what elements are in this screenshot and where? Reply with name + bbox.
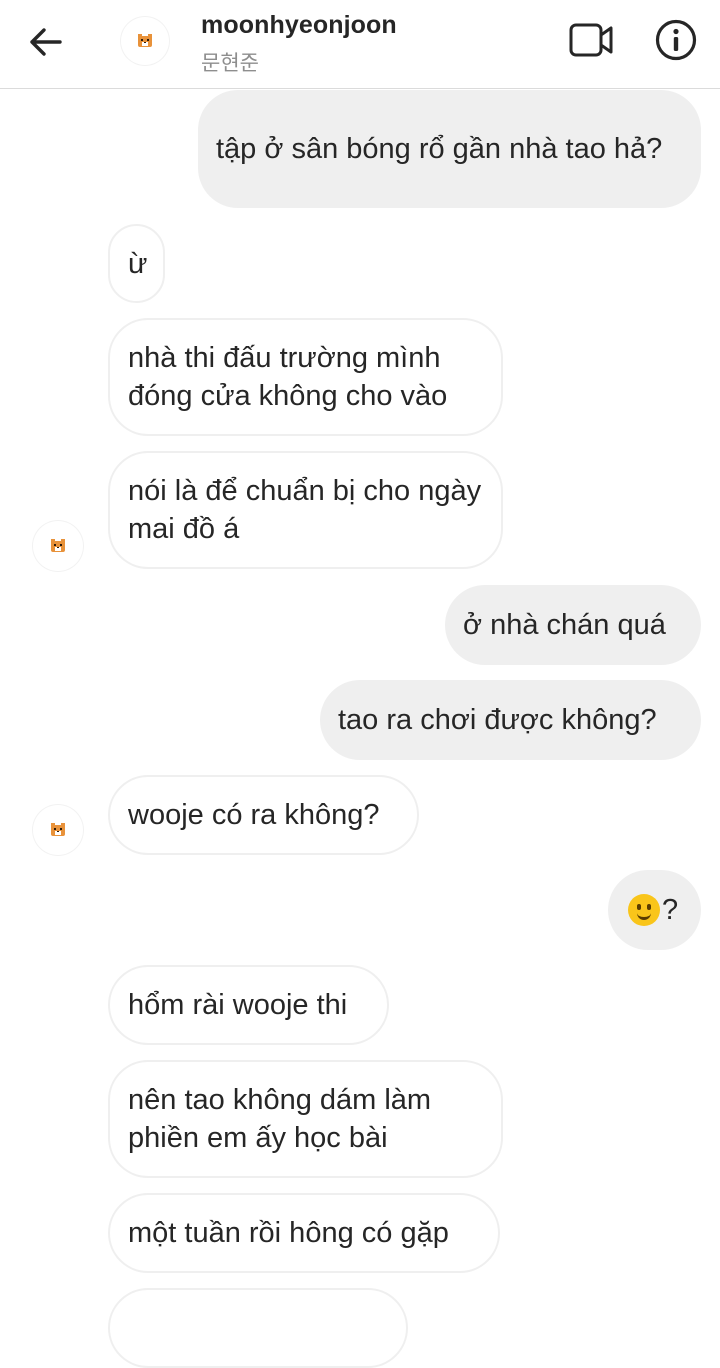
tiger-avatar-icon <box>51 539 65 552</box>
info-button[interactable] <box>650 14 702 66</box>
message-outgoing[interactable]: ở nhà chán quá <box>445 585 701 665</box>
message-incoming[interactable]: một tuần rồi hông có gặp <box>108 1193 500 1273</box>
message-incoming[interactable]: ừ <box>108 224 165 303</box>
message-incoming[interactable]: nhà thi đấu trường mình đóng cửa không c… <box>108 318 503 436</box>
avatar[interactable] <box>120 16 170 66</box>
message-text: nhà thi đấu trường mình đóng cửa không c… <box>128 342 448 412</box>
video-call-button[interactable] <box>564 16 620 64</box>
avatar[interactable] <box>32 520 84 572</box>
message-text: ? <box>662 894 679 926</box>
tiger-avatar-icon <box>138 34 152 47</box>
message-text: nói là để chuẩn bị cho ngày mai đồ á <box>128 475 482 545</box>
info-icon <box>655 19 697 61</box>
chat-header: moonhyeonjoon 문현준 <box>0 0 720 89</box>
message-outgoing[interactable]: tao ra chơi được không? <box>320 680 701 760</box>
message-incoming[interactable]: nên tao không dám làm phiền em ấy học bà… <box>108 1060 503 1178</box>
message-incoming-partial[interactable] <box>108 1288 408 1368</box>
message-text: một tuần rồi hông có gặp <box>128 1217 449 1249</box>
message-incoming[interactable]: nói là để chuẩn bị cho ngày mai đồ á <box>108 451 503 569</box>
message-incoming[interactable]: hổm rài wooje thi <box>108 965 389 1045</box>
video-call-icon <box>569 23 613 57</box>
message-outgoing[interactable]: ? <box>608 870 701 950</box>
chat-title[interactable]: moonhyeonjoon <box>201 11 397 40</box>
message-text: ở nhà chán quá <box>463 609 666 641</box>
message-text: hổm rài wooje thi <box>128 989 348 1021</box>
message-text: nên tao không dám làm phiền em ấy học bà… <box>128 1084 432 1154</box>
message-text: ừ <box>128 247 148 280</box>
message-text: tao ra chơi được không? <box>338 704 657 736</box>
slightly-smiling-face-emoji-icon <box>628 894 660 926</box>
message-incoming[interactable]: wooje có ra không? <box>108 775 419 855</box>
back-button[interactable] <box>22 20 70 64</box>
avatar[interactable] <box>32 804 84 856</box>
message-text: tập ở sân bóng rổ gần nhà tao hả? <box>216 133 663 165</box>
chat-subtitle: 문현준 <box>201 51 259 75</box>
message-text: wooje có ra không? <box>128 799 380 831</box>
tiger-avatar-icon <box>51 823 65 836</box>
arrow-left-icon <box>30 28 62 56</box>
message-outgoing[interactable]: tập ở sân bóng rổ gần nhà tao hả? <box>198 90 701 208</box>
